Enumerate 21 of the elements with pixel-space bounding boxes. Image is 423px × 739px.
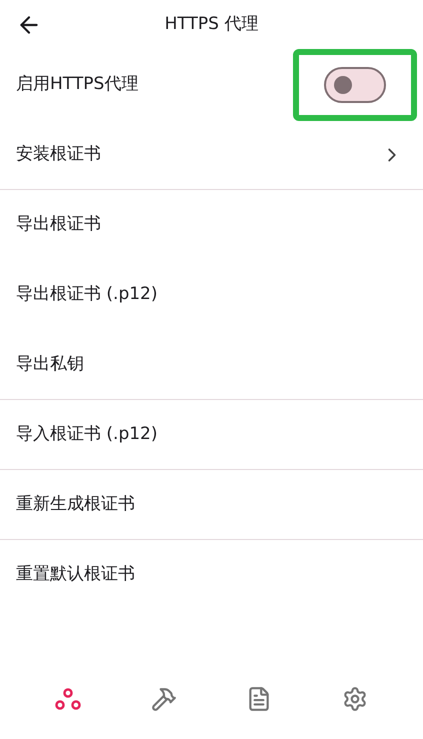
row-label: 导出根证书: [16, 213, 101, 236]
settings-row[interactable]: 导出根证书: [0, 190, 423, 260]
row-label: 重置默认根证书: [16, 563, 135, 586]
settings-row[interactable]: 导出私钥: [0, 330, 423, 400]
three-circles-icon: [54, 687, 81, 711]
hammer-icon: [150, 686, 177, 712]
settings-row[interactable]: 导出根证书 (.p12): [0, 260, 423, 330]
row-label: 导出根证书 (.p12): [16, 283, 158, 306]
row-label: 重新生成根证书: [16, 492, 135, 516]
settings-row[interactable]: 重置默认根证书: [0, 540, 423, 610]
toggle-switch[interactable]: [324, 67, 386, 103]
row-label: 导入根证书 (.p12): [16, 422, 158, 446]
row-label: 安装根证书: [16, 142, 101, 166]
settings-row[interactable]: 导入根证书 (.p12): [0, 400, 423, 470]
settings-icon: [342, 686, 368, 712]
settings-row[interactable]: 启用HTTPS代理: [0, 50, 423, 120]
row-label: 导出私钥: [16, 352, 84, 376]
settings-row[interactable]: 安装根证书: [0, 120, 423, 190]
settings-row[interactable]: 重新生成根证书: [0, 470, 423, 540]
row-label: 启用HTTPS代理: [16, 73, 138, 96]
page-title: HTTPS 代理: [164, 13, 258, 36]
